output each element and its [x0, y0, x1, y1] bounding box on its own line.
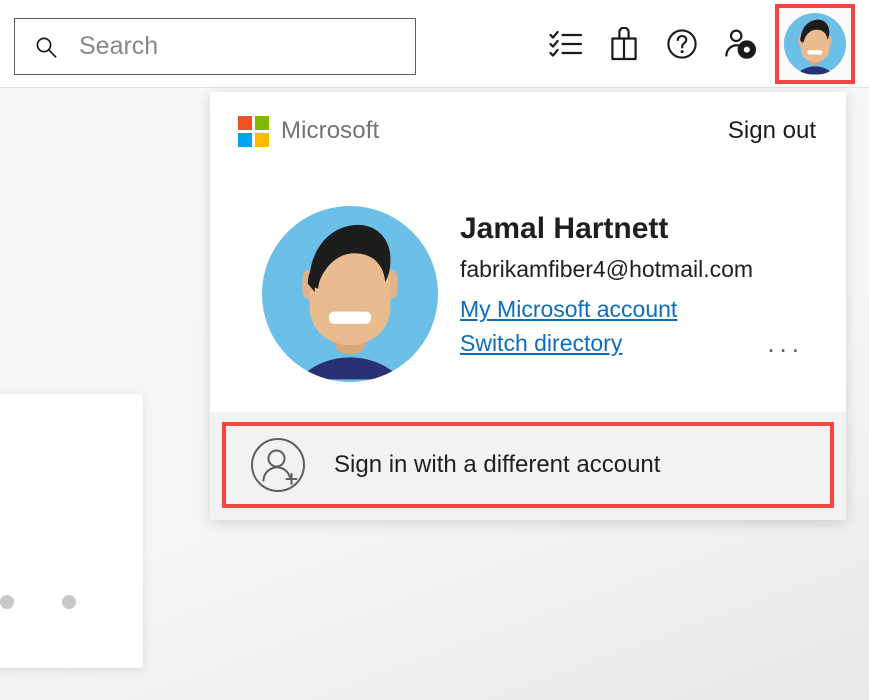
microsoft-logo-icon — [238, 116, 269, 147]
pagination-dot[interactable] — [0, 595, 14, 609]
content-card — [0, 394, 143, 668]
help-question-icon[interactable] — [653, 15, 711, 73]
topbar-icon-group — [537, 0, 855, 88]
panel-body: Jamal Hartnett fabrikamfiber4@hotmail.co… — [210, 170, 846, 412]
more-options-button[interactable]: ... — [767, 330, 816, 360]
avatar-highlight-box[interactable] — [775, 4, 855, 84]
switch-directory-link[interactable]: Switch directory — [460, 327, 622, 360]
my-microsoft-account-link[interactable]: My Microsoft account — [460, 293, 677, 326]
checklist-icon[interactable] — [537, 15, 595, 73]
sign-out-link[interactable]: Sign out — [728, 117, 816, 145]
shopping-bag-icon[interactable] — [595, 15, 653, 73]
top-bar — [0, 0, 869, 88]
pagination-dot[interactable] — [62, 595, 76, 609]
microsoft-wordmark: Microsoft — [281, 117, 379, 145]
search-input[interactable] — [79, 32, 379, 61]
panel-header: Microsoft Sign out — [210, 92, 846, 170]
panel-footer: Sign in with a different account — [210, 412, 846, 520]
user-email: fabrikamfiber4@hotmail.com — [460, 255, 816, 285]
user-settings-icon[interactable] — [711, 15, 769, 73]
search-box[interactable] — [14, 18, 416, 75]
user-display-name: Jamal Hartnett — [460, 212, 816, 247]
search-icon — [35, 36, 57, 58]
card-pagination-dots — [0, 595, 76, 609]
microsoft-brand: Microsoft — [238, 116, 379, 147]
sign-in-different-account-button[interactable]: Sign in with a different account — [222, 422, 834, 508]
panel-avatar-column — [240, 184, 460, 382]
user-avatar-large — [262, 206, 438, 382]
person-add-icon — [244, 431, 312, 499]
account-flyout-panel: Microsoft Sign out Jamal Hartn — [210, 92, 846, 520]
user-avatar[interactable] — [784, 13, 846, 75]
panel-info-column: Jamal Hartnett fabrikamfiber4@hotmail.co… — [460, 184, 816, 382]
sign-in-different-account-label: Sign in with a different account — [334, 451, 660, 479]
